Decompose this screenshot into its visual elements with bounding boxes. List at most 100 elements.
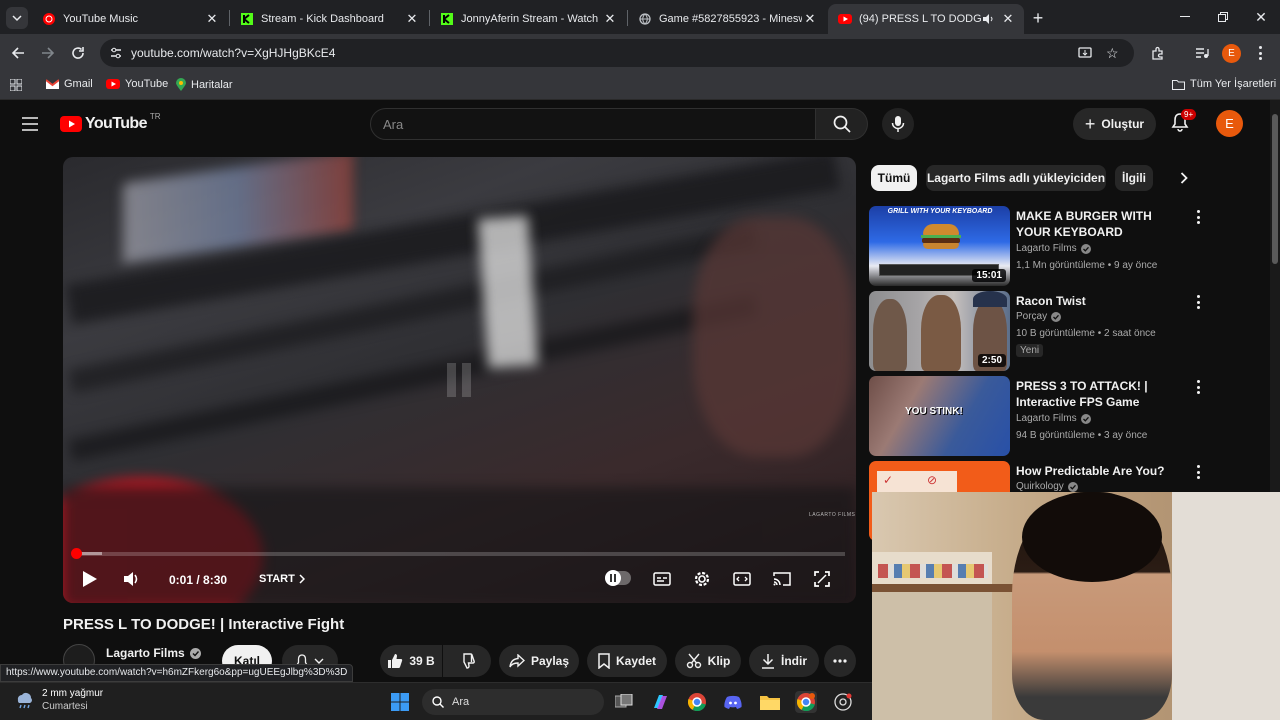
close-icon[interactable]: ✕ [204, 11, 220, 27]
video-thumbnail[interactable]: GRILL WITH YOUR KEYBOARD 15:01 [869, 206, 1010, 286]
tab-youtube-active[interactable]: (94) PRESS L TO DODGE! | In ✕ [828, 4, 1024, 34]
video-player[interactable]: LAGARTO FILMS 0:01 / 8:30 START [63, 157, 856, 603]
more-vertical-icon[interactable] [1193, 295, 1203, 309]
file-explorer-icon[interactable] [759, 691, 781, 713]
create-label: Oluştur [1101, 117, 1145, 131]
discord-icon[interactable] [722, 691, 744, 713]
profile-avatar[interactable]: E [1222, 44, 1241, 63]
speaker-icon[interactable] [982, 13, 994, 25]
verified-icon [1067, 481, 1078, 492]
channel-name[interactable]: Lagarto Films [1016, 243, 1091, 254]
autoplay-toggle[interactable] [605, 570, 631, 586]
tab-minesweeper[interactable]: Game #5827855923 - Minesw ✕ [628, 4, 826, 34]
chip-all[interactable]: Tümü [871, 165, 917, 191]
install-app-icon[interactable] [1078, 46, 1092, 60]
download-icon [761, 653, 775, 669]
obs-icon[interactable] [832, 691, 854, 713]
channel-name[interactable]: Porçay [1016, 311, 1062, 322]
progress-bar[interactable] [71, 548, 845, 559]
youtube-logo[interactable]: YouTube TR [60, 112, 161, 133]
tab-search-button[interactable] [6, 7, 28, 29]
recommendation-item[interactable]: 2:50 Racon Twist Porçay 10 B görüntüleme… [869, 291, 1269, 371]
download-button[interactable]: İndir [749, 645, 819, 677]
subtitles-button[interactable] [651, 567, 673, 591]
chapter-button[interactable]: START [259, 573, 305, 585]
address-bar[interactable]: youtube.com/watch?v=XgHJHgBKcE4 ☆ [100, 39, 1134, 67]
apps-grid-icon[interactable] [10, 79, 22, 91]
all-bookmarks-folder[interactable]: Tüm Yer İşaretleri [1172, 78, 1276, 90]
windows-start-icon[interactable] [389, 691, 411, 713]
theater-mode-button[interactable] [731, 567, 753, 591]
video-title[interactable]: Racon Twist [1016, 293, 1186, 309]
video-thumbnail[interactable]: YOU STINK! [869, 376, 1010, 456]
chip-from-uploader[interactable]: Lagarto Films adlı yükleyiciden [926, 165, 1106, 191]
play-button[interactable] [79, 567, 101, 591]
video-title[interactable]: MAKE A BURGER WITH YOUR KEYBOARD [1016, 208, 1186, 240]
tab-title: (94) PRESS L TO DODGE! | In [859, 13, 982, 25]
chip-related[interactable]: İlgili [1115, 165, 1153, 191]
account-avatar[interactable]: E [1216, 110, 1243, 137]
search-input[interactable]: Ara [370, 108, 816, 140]
chips-next-button[interactable] [1172, 166, 1196, 190]
scrubber-handle[interactable] [71, 548, 82, 559]
channel-name[interactable]: Lagarto Films [106, 646, 201, 660]
bookmark-maps[interactable]: Haritalar [176, 78, 233, 91]
media-controls-icon[interactable] [1192, 43, 1212, 63]
cast-button[interactable] [771, 567, 793, 591]
youtube-logo-text: YouTube [85, 115, 147, 132]
clip-button[interactable]: Klip [675, 645, 741, 677]
back-icon[interactable] [8, 43, 28, 63]
hamburger-menu-icon[interactable] [22, 117, 38, 131]
task-view-icon[interactable] [613, 691, 635, 713]
chrome-menu-icon[interactable] [1259, 46, 1263, 60]
video-title[interactable]: PRESS 3 TO ATTACK! | Interactive FPS Gam… [1016, 378, 1186, 410]
taskbar-search[interactable]: Ara [422, 689, 604, 715]
voice-search-button[interactable] [882, 108, 914, 140]
more-vertical-icon[interactable] [1193, 380, 1203, 394]
like-button[interactable]: 39 B [380, 645, 442, 677]
bookmark-gmail[interactable]: Gmail [46, 78, 93, 90]
new-tab-button[interactable]: + [1028, 8, 1048, 28]
search-button[interactable] [816, 108, 868, 140]
copilot-icon[interactable] [649, 691, 671, 713]
forward-icon[interactable] [38, 43, 58, 63]
save-button[interactable]: Kaydet [587, 645, 667, 677]
channel-name[interactable]: Quirkology [1016, 481, 1078, 492]
mute-button[interactable] [121, 567, 143, 591]
window-close-button[interactable]: ✕ [1252, 8, 1270, 26]
more-vertical-icon[interactable] [1193, 465, 1203, 479]
tab-title: YouTube Music [63, 13, 139, 25]
notifications-button[interactable]: 9+ [1171, 109, 1197, 136]
share-button[interactable]: Paylaş [499, 645, 579, 677]
bookmark-youtube[interactable]: YouTube [106, 78, 168, 90]
site-info-icon[interactable] [109, 46, 123, 60]
video-title[interactable]: How Predictable Are You? [1016, 463, 1186, 479]
chrome-icon[interactable] [686, 691, 708, 713]
video-thumbnail[interactable]: 2:50 [869, 291, 1010, 371]
close-icon[interactable]: ✕ [802, 11, 818, 27]
recommendation-item[interactable]: YOU STINK! PRESS 3 TO ATTACK! | Interact… [869, 376, 1269, 456]
close-icon[interactable]: ✕ [1000, 11, 1016, 27]
close-icon[interactable]: ✕ [602, 11, 618, 27]
chrome-active-icon[interactable] [795, 691, 817, 713]
recommendation-item[interactable]: GRILL WITH YOUR KEYBOARD 15:01 MAKE A BU… [869, 206, 1269, 286]
restore-button[interactable] [1214, 8, 1232, 26]
settings-button[interactable] [691, 567, 713, 591]
more-actions-button[interactable] [824, 645, 856, 677]
microphone-icon [891, 115, 905, 133]
channel-name[interactable]: Lagarto Films [1016, 413, 1091, 424]
more-vertical-icon[interactable] [1193, 210, 1203, 224]
reload-icon[interactable] [68, 43, 88, 63]
minimize-button[interactable] [1176, 8, 1194, 26]
tab-youtube-music[interactable]: YouTube Music ✕ [32, 4, 228, 34]
bookmark-star-icon[interactable]: ☆ [1106, 45, 1119, 62]
dislike-button[interactable] [443, 645, 491, 677]
create-button[interactable]: + Oluştur [1073, 108, 1156, 140]
extensions-icon[interactable] [1148, 43, 1168, 63]
tab-kick-dashboard[interactable]: Stream - Kick Dashboard ✕ [230, 4, 428, 34]
fullscreen-button[interactable] [811, 567, 833, 591]
kick-icon [440, 12, 454, 26]
tab-jonnyaferin-stream[interactable]: JonnyAferin Stream - Watch Liv ✕ [430, 4, 626, 34]
close-icon[interactable]: ✕ [404, 11, 420, 27]
weather-widget[interactable]: 2 mm yağmur Cumartesi [14, 687, 103, 713]
